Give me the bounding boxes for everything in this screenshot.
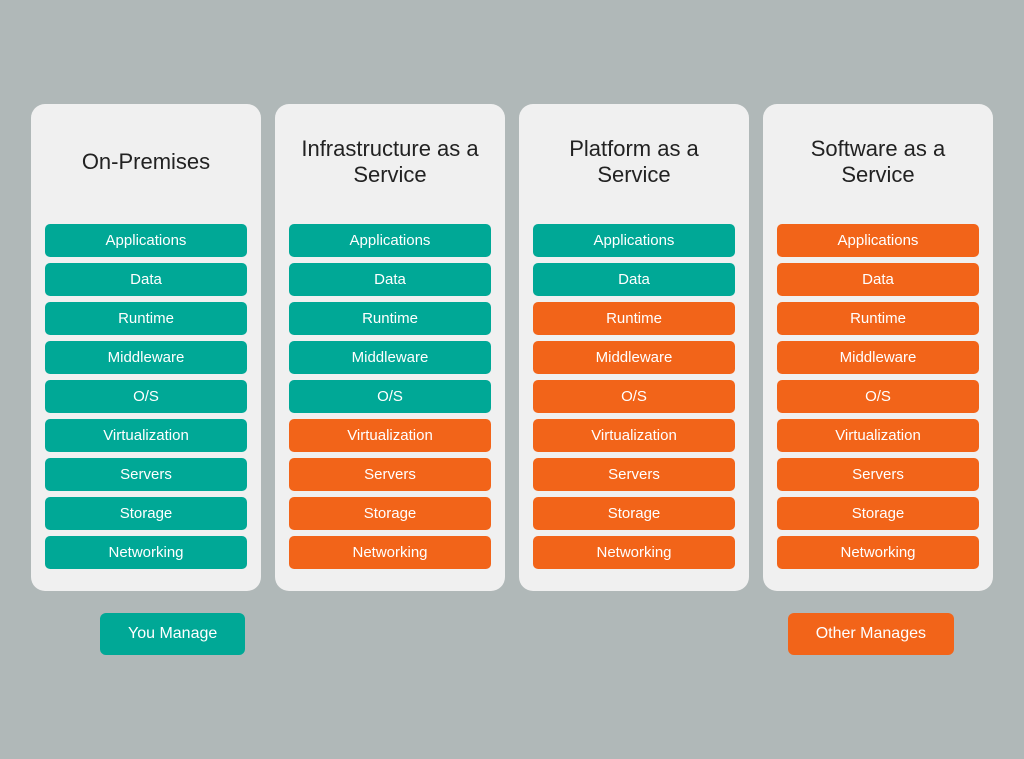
column-platform-as-a-service: Platform as a Service Applications Data Run… bbox=[519, 104, 749, 591]
item-badge-servers-software-as-a-service: Servers bbox=[777, 458, 979, 491]
column-infrastructure-as-a-service: Infrastructure as a Service Applications D… bbox=[275, 104, 505, 591]
item-badge-middleware-infrastructure-as-a-service: Middleware bbox=[289, 341, 491, 374]
item-badge-middleware-on-premises: Middleware bbox=[45, 341, 247, 374]
column-title-platform-as-a-service: Platform as a Service bbox=[533, 122, 735, 202]
item-badge-storage-platform-as-a-service: Storage bbox=[533, 497, 735, 530]
column-on-premises: On-Premises Applications Data Runtime Middle… bbox=[31, 104, 261, 591]
items-list-on-premises: Applications Data Runtime Middleware O/S Virt… bbox=[45, 224, 247, 569]
item-badge-virtualization-on-premises: Virtualization bbox=[45, 419, 247, 452]
item-badge-servers-platform-as-a-service: Servers bbox=[533, 458, 735, 491]
item-badge-runtime-platform-as-a-service: Runtime bbox=[533, 302, 735, 335]
item-badge-applications-infrastructure-as-a-service: Applications bbox=[289, 224, 491, 257]
item-badge-servers-on-premises: Servers bbox=[45, 458, 247, 491]
item-badge-data-on-premises: Data bbox=[45, 263, 247, 296]
item-badge-data-infrastructure-as-a-service: Data bbox=[289, 263, 491, 296]
item-badge-runtime-on-premises: Runtime bbox=[45, 302, 247, 335]
item-badge-storage-infrastructure-as-a-service: Storage bbox=[289, 497, 491, 530]
items-list-infrastructure-as-a-service: Applications Data Runtime Middleware O/S Virt… bbox=[289, 224, 491, 569]
you-manage-badge: You Manage bbox=[100, 613, 245, 655]
item-badge-applications-software-as-a-service: Applications bbox=[777, 224, 979, 257]
item-badge-servers-infrastructure-as-a-service: Servers bbox=[289, 458, 491, 491]
legend-row: You Manage Other Manages bbox=[10, 613, 1014, 655]
column-title-infrastructure-as-a-service: Infrastructure as a Service bbox=[289, 122, 491, 202]
item-badge-virtualization-platform-as-a-service: Virtualization bbox=[533, 419, 735, 452]
item-badge-virtualization-software-as-a-service: Virtualization bbox=[777, 419, 979, 452]
item-badge-storage-software-as-a-service: Storage bbox=[777, 497, 979, 530]
items-list-software-as-a-service: Applications Data Runtime Middleware O/S Virt… bbox=[777, 224, 979, 569]
items-list-platform-as-a-service: Applications Data Runtime Middleware O/S Virt… bbox=[533, 224, 735, 569]
column-title-software-as-a-service: Software as a Service bbox=[777, 122, 979, 202]
item-badge-o/s-software-as-a-service: O/S bbox=[777, 380, 979, 413]
item-badge-storage-on-premises: Storage bbox=[45, 497, 247, 530]
item-badge-runtime-infrastructure-as-a-service: Runtime bbox=[289, 302, 491, 335]
item-badge-middleware-platform-as-a-service: Middleware bbox=[533, 341, 735, 374]
item-badge-o/s-infrastructure-as-a-service: O/S bbox=[289, 380, 491, 413]
item-badge-applications-on-premises: Applications bbox=[45, 224, 247, 257]
other-manages-badge: Other Manages bbox=[788, 613, 954, 655]
column-software-as-a-service: Software as a Service Applications Data Run… bbox=[763, 104, 993, 591]
item-badge-applications-platform-as-a-service: Applications bbox=[533, 224, 735, 257]
item-badge-o/s-platform-as-a-service: O/S bbox=[533, 380, 735, 413]
item-badge-networking-software-as-a-service: Networking bbox=[777, 536, 979, 569]
item-badge-runtime-software-as-a-service: Runtime bbox=[777, 302, 979, 335]
item-badge-middleware-software-as-a-service: Middleware bbox=[777, 341, 979, 374]
item-badge-networking-infrastructure-as-a-service: Networking bbox=[289, 536, 491, 569]
main-container: On-Premises Applications Data Runtime Middle… bbox=[10, 104, 1014, 655]
columns-row: On-Premises Applications Data Runtime Middle… bbox=[10, 104, 1014, 591]
item-badge-networking-on-premises: Networking bbox=[45, 536, 247, 569]
item-badge-o/s-on-premises: O/S bbox=[45, 380, 247, 413]
item-badge-data-platform-as-a-service: Data bbox=[533, 263, 735, 296]
item-badge-networking-platform-as-a-service: Networking bbox=[533, 536, 735, 569]
item-badge-virtualization-infrastructure-as-a-service: Virtualization bbox=[289, 419, 491, 452]
column-title-on-premises: On-Premises bbox=[82, 122, 210, 202]
item-badge-data-software-as-a-service: Data bbox=[777, 263, 979, 296]
